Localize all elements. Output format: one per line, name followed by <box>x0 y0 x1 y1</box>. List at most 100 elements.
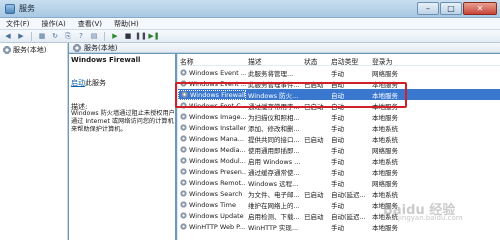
service-name: Windows Font C... <box>178 102 246 110</box>
menu-view[interactable]: 查看(V) <box>72 18 108 29</box>
service-logon: 本地系统 <box>372 157 398 166</box>
pane-header: 服务(本地) <box>69 43 500 53</box>
service-name-text: Windows Media... <box>189 145 246 154</box>
service-logon: 本地系统 <box>372 135 398 144</box>
maximize-button[interactable]: □ <box>440 2 462 15</box>
service-gear-icon <box>180 223 187 230</box>
service-row[interactable]: Windows Image... 为扫描仪和照相... 手动 本地服务 <box>178 111 500 122</box>
service-gear-icon <box>180 212 187 219</box>
services-app-icon <box>5 4 15 14</box>
service-gear-icon <box>180 201 187 208</box>
service-logon: 本地系统 <box>372 124 398 133</box>
service-row[interactable]: WinHTTP Web P... WinHTTP 实现... 手动 本地服务 <box>178 221 500 232</box>
service-gear-icon <box>180 69 187 76</box>
service-row[interactable]: Windows Search 为文件、电子邮... 已启动 自动(延迟... 本地系统 <box>178 188 500 199</box>
service-logon: 本地服务 <box>372 102 398 111</box>
service-logon: 本地服务 <box>372 113 398 122</box>
toolbar-separator <box>31 31 32 41</box>
service-name-text: Windows Modul... <box>189 156 246 165</box>
service-row[interactable]: Windows Remot... Windows 远程... 手动 网络服务 <box>178 177 500 188</box>
service-desc: 提供共同的接口... <box>248 135 300 144</box>
service-logon: 网络服务 <box>372 179 398 188</box>
service-name-text: Windows Font C... <box>189 101 246 110</box>
service-detail-panel: Windows Firewall 启动此服务 描述: Windows 防火墙通过… <box>69 54 175 240</box>
service-name: Windows Presen... <box>178 168 246 176</box>
service-description: Windows 防火墙通过阻止未授权用户通过 Internet 或网络访问您的计… <box>71 110 175 133</box>
service-gear-icon <box>180 146 187 153</box>
service-desc: 通过缓存通常使... <box>248 168 300 177</box>
service-startup: 手动 <box>331 113 344 122</box>
restart-service-icon[interactable]: ▶❚ <box>148 32 159 41</box>
service-name-text: Windows Time <box>189 200 236 209</box>
service-row[interactable]: Windows Firewall Windows 防火... 自动 本地服务 <box>178 89 500 100</box>
service-name-text: Windows Event ... <box>189 68 246 77</box>
column-header-description[interactable]: 描述 <box>246 56 302 66</box>
service-logon: 本地服务 <box>372 80 398 89</box>
console-tree-item-services[interactable]: 服务(本地) <box>3 45 46 55</box>
refresh-icon[interactable]: ↻ <box>50 32 60 41</box>
service-name: Windows Installer <box>178 124 246 132</box>
service-startup: 自动(延迟... <box>331 212 366 221</box>
start-service-icon[interactable]: ▶ <box>110 32 120 41</box>
start-service-link[interactable]: 启动 <box>71 79 85 87</box>
service-logon: 本地服务 <box>372 168 398 177</box>
menu-help[interactable]: 帮助(H) <box>108 18 145 29</box>
service-startup: 手动 <box>331 168 344 177</box>
menu-action[interactable]: 操作(A) <box>36 18 72 29</box>
properties-icon[interactable]: ▤ <box>89 32 99 41</box>
title-bar: 服务 – □ ✕ <box>0 0 500 18</box>
service-name: Windows Search <box>178 190 246 198</box>
service-desc: 启用检测、下载... <box>248 212 300 221</box>
console-tree-icon[interactable]: ▦ <box>37 32 47 41</box>
stop-service-icon[interactable]: ■ <box>123 32 133 41</box>
service-row[interactable]: Windows Event ... 此服务将管理... 手动 网络服务 <box>178 67 500 78</box>
pane-header-title: 服务(本地) <box>84 43 118 52</box>
forward-arrow-icon[interactable]: ▶ <box>16 32 26 41</box>
service-name: Windows Image... <box>178 113 246 121</box>
service-startup: 手动 <box>331 69 344 78</box>
close-button[interactable]: ✕ <box>463 2 497 15</box>
service-status: 已启动 <box>304 135 324 144</box>
console-tree: 服务(本地) <box>0 43 68 240</box>
service-status: 已启动 <box>304 212 324 221</box>
start-service-link-suffix: 此服务 <box>85 79 106 87</box>
window-controls: – □ ✕ <box>417 2 497 15</box>
column-header-name[interactable]: 名称 <box>178 56 246 66</box>
service-desc: 启用 Windows ... <box>248 157 301 166</box>
service-logon: 网络服务 <box>372 69 398 78</box>
service-startup: 手动 <box>331 124 344 133</box>
watermark-url: jingyan.baidu.com <box>398 214 463 222</box>
export-list-icon[interactable]: ⎘ <box>63 32 73 41</box>
service-action: 启动此服务 <box>71 78 106 88</box>
service-row[interactable]: Windows Font C... 通过缓存常用字... 已启动 自动 本地服务 <box>178 100 500 111</box>
help-icon[interactable]: ? <box>76 32 86 41</box>
service-gear-icon <box>180 124 187 131</box>
column-header-logon-as[interactable]: 登录为 <box>370 56 422 66</box>
service-desc: 添加、修改和删... <box>248 124 300 133</box>
minimize-button[interactable]: – <box>417 2 439 15</box>
service-desc: Windows 防火... <box>248 91 299 100</box>
service-name-text: Windows Firewall <box>190 90 246 99</box>
service-name: Windows Update <box>178 212 246 220</box>
menu-bar: 文件(F) 操作(A) 查看(V) 帮助(H) <box>0 18 500 30</box>
service-gear-icon <box>180 113 187 120</box>
menu-file[interactable]: 文件(F) <box>0 18 36 29</box>
column-header-status[interactable]: 状态 <box>302 56 329 66</box>
service-row[interactable]: Windows Media... 使用通用即插即... 手动 网络服务 <box>178 144 500 155</box>
service-gear-icon <box>180 102 187 109</box>
service-row[interactable]: Windows Installer 添加、修改和删... 手动 本地系统 <box>178 122 500 133</box>
console-tree-label: 服务(本地) <box>13 46 47 54</box>
service-row[interactable]: Windows Modul... 启用 Windows ... 手动 本地系统 <box>178 155 500 166</box>
service-desc: 通过缓存常用字... <box>248 102 300 111</box>
window-title: 服务 <box>19 4 35 13</box>
service-row[interactable]: Windows Presen... 通过缓存通常使... 手动 本地服务 <box>178 166 500 177</box>
service-name-text: Windows Mana... <box>189 134 244 143</box>
back-arrow-icon[interactable]: ◀ <box>3 32 13 41</box>
service-row[interactable]: Windows Mana... 提供共同的接口... 已启动 自动 本地系统 <box>178 133 500 144</box>
service-row[interactable]: Windows Event ... 此服务管理事件... 已启动 自动 本地服务 <box>178 78 500 89</box>
service-detail-title: Windows Firewall <box>71 56 141 64</box>
pause-service-icon[interactable]: ❚❚ <box>135 32 147 41</box>
column-header-startup-type[interactable]: 启动类型 <box>329 56 370 66</box>
service-startup: 自动 <box>331 91 344 100</box>
service-desc: 维护在网络上的... <box>248 201 300 210</box>
